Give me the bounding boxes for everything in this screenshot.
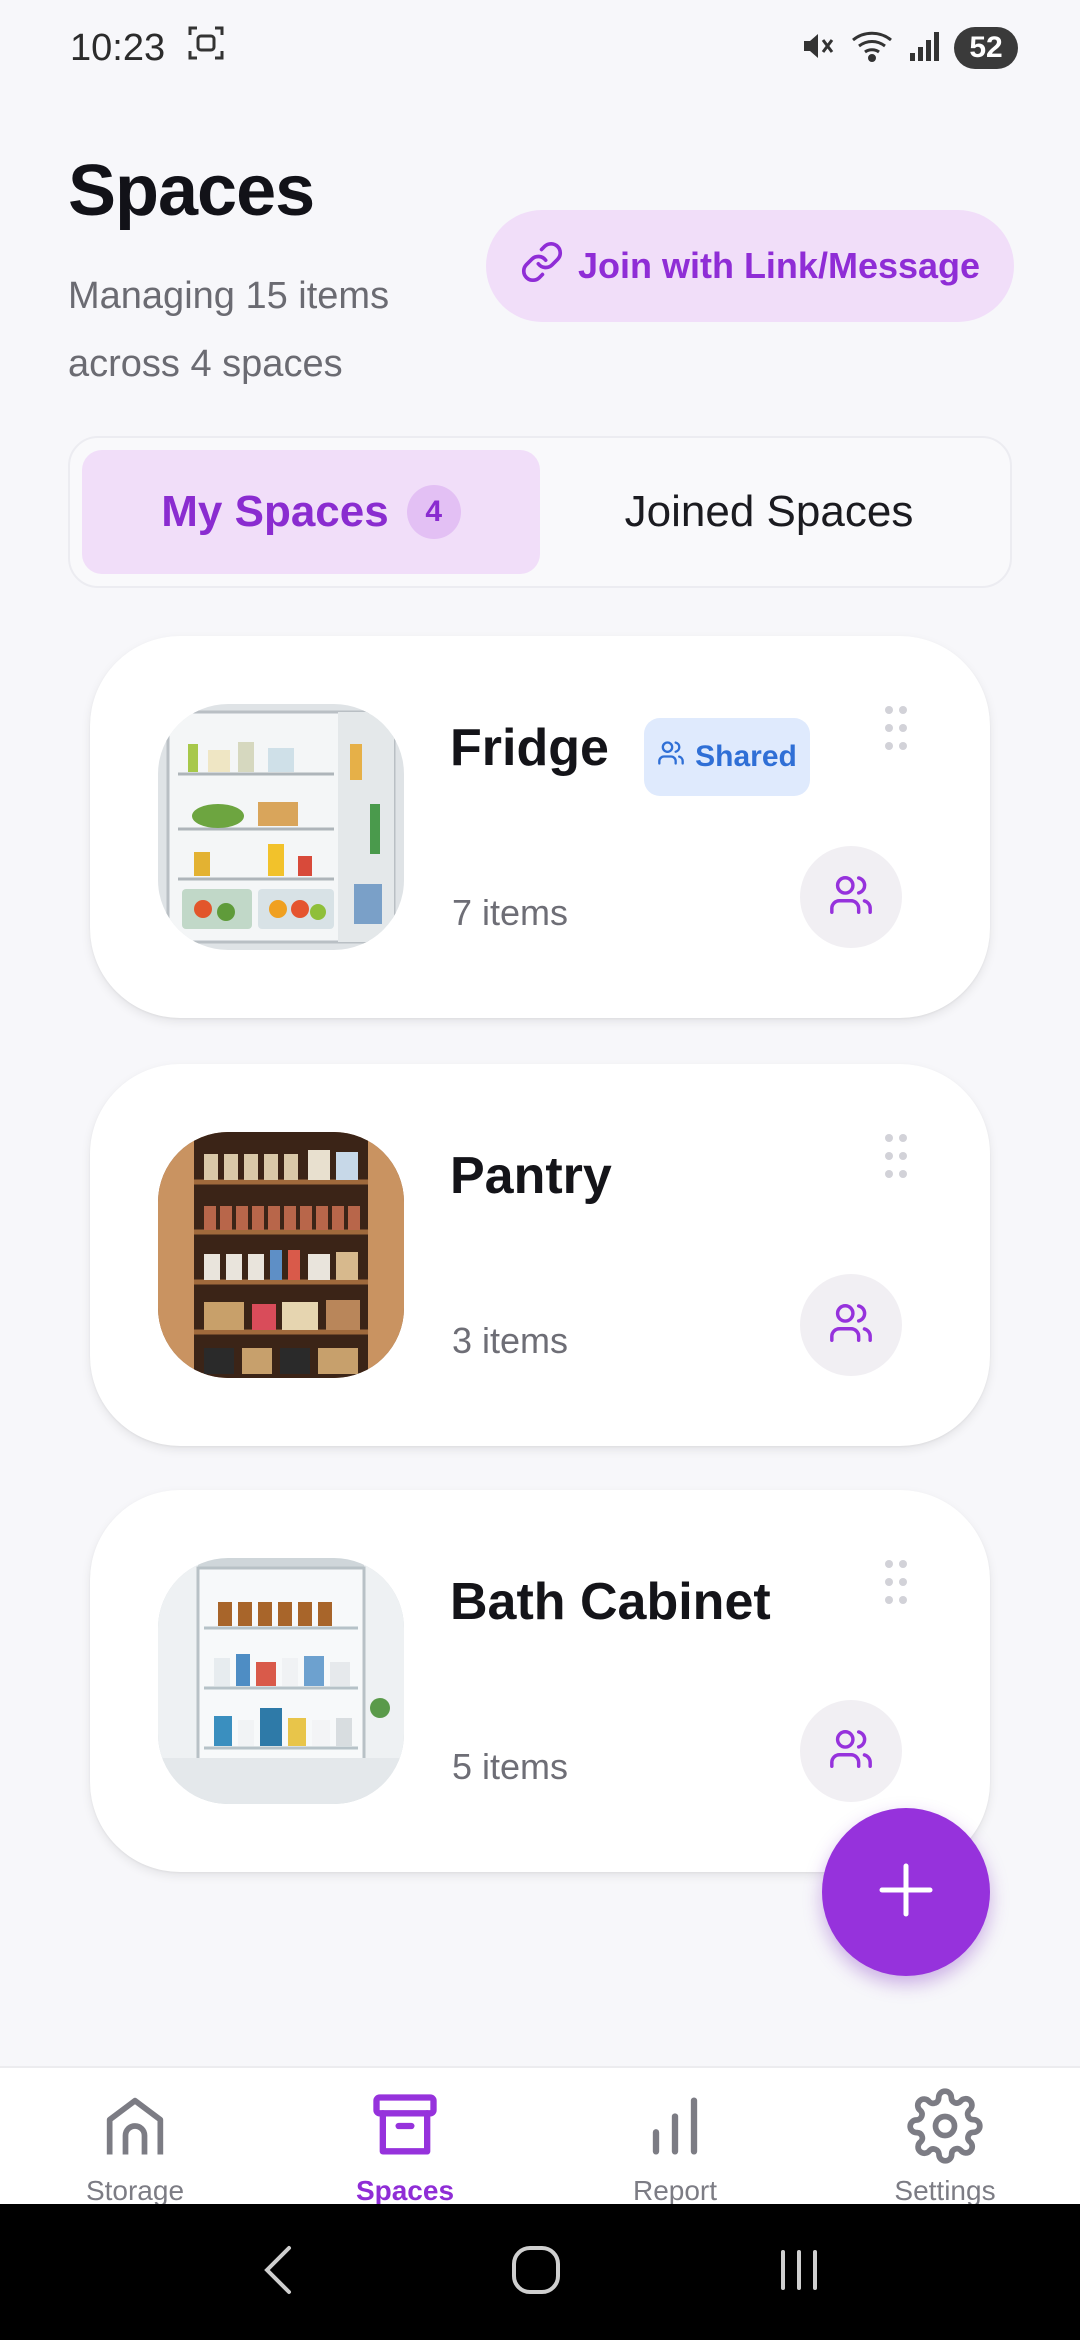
tab-joined-spaces[interactable]: Joined Spaces <box>540 450 998 574</box>
screenshot-icon <box>187 24 225 72</box>
users-icon <box>828 872 874 923</box>
drag-handle-icon[interactable] <box>882 704 910 752</box>
link-icon <box>520 240 564 293</box>
archive-box-icon <box>367 2088 443 2171</box>
members-button[interactable] <box>800 1274 902 1376</box>
members-button[interactable] <box>800 1700 902 1802</box>
space-name: Fridge <box>450 719 609 777</box>
battery-indicator: 52 <box>954 27 1018 69</box>
status-bar: 10:23 52 <box>0 0 1080 96</box>
space-name: Bath Cabinet <box>450 1573 771 1631</box>
drag-handle-icon[interactable] <box>882 1132 910 1180</box>
users-icon <box>828 1300 874 1351</box>
users-icon <box>828 1726 874 1777</box>
page-title: Spaces <box>68 151 315 231</box>
tab-label: My Spaces <box>161 487 389 536</box>
join-button-label: Join with Link/Message <box>577 245 981 286</box>
tab-my-spaces[interactable]: My Spaces 4 <box>82 450 540 574</box>
shared-badge: Shared <box>644 718 810 796</box>
join-with-link-button[interactable]: Join with Link/Message <box>486 210 1014 322</box>
nav-item-report[interactable]: Report <box>540 2068 810 2206</box>
page-subtitle: Managing 15 items across 4 spaces <box>68 275 390 385</box>
shared-badge-label: Shared <box>695 740 797 773</box>
space-card-fridge[interactable]: Fridge Shared 7 items <box>90 636 990 1018</box>
bath-cabinet-image <box>158 1558 404 1804</box>
system-nav-bar <box>0 2204 1080 2340</box>
home-icon <box>97 2088 173 2171</box>
nav-item-storage[interactable]: Storage <box>0 2068 270 2206</box>
wifi-icon <box>850 28 894 69</box>
nav-item-spaces[interactable]: Spaces <box>270 2068 540 2206</box>
gear-icon <box>907 2088 983 2171</box>
item-count: 5 items <box>452 1746 569 1787</box>
recent-apps-icon[interactable] <box>775 2246 823 2299</box>
plus-icon <box>876 1860 936 1925</box>
space-name: Pantry <box>450 1147 612 1205</box>
drag-handle-icon[interactable] <box>882 1558 910 1606</box>
count-badge: 4 <box>406 485 461 539</box>
nav-label: Settings <box>894 2175 996 2206</box>
nav-label: Spaces <box>355 2175 455 2206</box>
bar-chart-icon <box>637 2088 713 2171</box>
pantry-image <box>158 1132 404 1378</box>
tab-label: Joined Spaces <box>624 487 914 536</box>
fridge-image <box>158 704 404 950</box>
home-button-icon[interactable] <box>510 2244 562 2301</box>
nav-label: Report <box>632 2175 718 2206</box>
back-icon[interactable] <box>257 2242 297 2303</box>
item-count: 7 items <box>452 892 569 933</box>
members-button[interactable] <box>800 846 902 948</box>
nav-label: Storage <box>85 2175 185 2206</box>
nav-item-settings[interactable]: Settings <box>810 2068 1080 2206</box>
signal-icon <box>908 29 940 68</box>
space-card-pantry[interactable]: Pantry 3 items <box>90 1064 990 1446</box>
add-space-button[interactable] <box>822 1808 990 1976</box>
spaces-tabs: My Spaces 4 Joined Spaces <box>68 436 1012 588</box>
space-card-bath-cabinet[interactable]: Bath Cabinet 5 items <box>90 1490 990 1872</box>
item-count: 3 items <box>452 1320 569 1361</box>
status-time: 10:23 <box>70 26 166 69</box>
mute-icon <box>800 28 836 69</box>
users-icon <box>657 739 685 775</box>
bottom-nav: Storage Spaces Report Settings <box>0 2066 1080 2206</box>
